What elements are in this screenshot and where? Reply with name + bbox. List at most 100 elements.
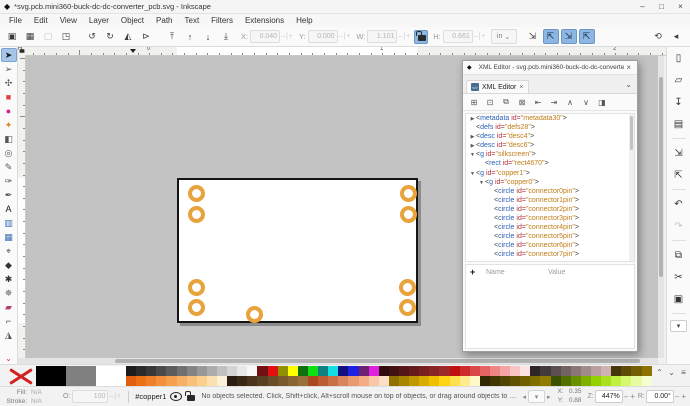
palette-swatch[interactable] <box>368 366 379 376</box>
flip-horizontal-button[interactable]: ◭ <box>120 29 136 44</box>
move-patterns-toggle[interactable]: ⇱ <box>578 29 595 44</box>
rotate-cw-button[interactable]: ↻ <box>102 29 118 44</box>
palette-swatch[interactable] <box>196 376 207 386</box>
palette-swatch[interactable] <box>520 366 531 376</box>
zoom-plus-button[interactable]: + <box>630 392 635 401</box>
indent-node-button[interactable]: ⇥ <box>548 98 560 107</box>
duplicate-node-button[interactable]: ⧉ <box>500 97 512 107</box>
pcb-pad-connector3pin[interactable] <box>399 205 417 223</box>
lock-width-height-button[interactable] <box>414 29 429 44</box>
palette-scroll-down-button[interactable]: ⌄ <box>667 368 676 377</box>
palette-swatch[interactable] <box>216 366 228 376</box>
pcb-pad-connector1pin[interactable] <box>187 205 205 223</box>
palette-swatch[interactable] <box>489 376 501 386</box>
palette-swatch[interactable] <box>227 366 238 376</box>
xml-editor-close-button[interactable]: × <box>624 63 633 72</box>
copy-button[interactable]: ⧉ <box>670 247 688 263</box>
pcb-pad-connector0pin[interactable] <box>187 184 205 202</box>
palette-swatch[interactable] <box>510 366 521 376</box>
swatch-black[interactable] <box>36 366 66 386</box>
move-node-up-button[interactable]: ∧ <box>564 98 576 107</box>
layer-menu-button[interactable]: ▾ <box>528 390 545 403</box>
palette-swatch[interactable] <box>580 376 592 386</box>
deselect-button[interactable]: ▢ <box>40 29 56 44</box>
opacity-spinner[interactable]: –|+ <box>109 393 122 400</box>
palette-swatch[interactable] <box>186 376 197 386</box>
palette-swatch[interactable] <box>398 376 410 386</box>
palette-swatch[interactable] <box>500 376 511 386</box>
lower-to-bottom-button[interactable]: ⤓ <box>218 29 234 44</box>
palette-menu-button[interactable]: ≡ <box>679 368 688 377</box>
swatch-gray[interactable] <box>66 366 96 386</box>
palette-swatch[interactable] <box>328 376 339 386</box>
palette-swatch[interactable] <box>530 366 541 376</box>
palette-swatch[interactable] <box>206 376 217 386</box>
palette-swatch[interactable] <box>560 376 571 386</box>
palette-swatch[interactable] <box>186 366 197 376</box>
xml-node-connector0pin[interactable]: <circle id="connector0pin"> <box>466 187 634 196</box>
add-attribute-button[interactable]: + <box>470 267 486 277</box>
tweak-tool[interactable]: ✱ <box>1 272 17 286</box>
dropper-tool[interactable]: ⌖ <box>1 244 17 258</box>
x-spinner[interactable]: –|+ <box>281 33 294 40</box>
palette-swatch[interactable] <box>338 376 349 386</box>
palette-swatch[interactable] <box>196 366 207 376</box>
pencil-tool[interactable]: ✎ <box>1 160 17 174</box>
palette-swatch[interactable] <box>378 376 389 386</box>
palette-swatch[interactable] <box>459 376 470 386</box>
palette-swatch[interactable] <box>126 366 137 376</box>
palette-swatch[interactable] <box>348 376 359 386</box>
palette-swatch[interactable] <box>570 376 581 386</box>
maximize-button[interactable]: □ <box>652 0 671 13</box>
delete-node-button[interactable]: ⊠ <box>516 98 528 107</box>
palette-swatch[interactable] <box>287 376 298 386</box>
palette-swatch[interactable] <box>176 366 187 376</box>
expander-icon[interactable]: ▼ <box>469 151 476 160</box>
palette-swatch[interactable] <box>126 376 137 386</box>
palette-swatch[interactable] <box>227 376 238 386</box>
xml-node-copper0[interactable]: ▼<g id="copper0"> <box>466 178 634 187</box>
menu-file[interactable]: File <box>3 16 28 25</box>
palette-swatch[interactable] <box>631 366 642 376</box>
import-image-button[interactable]: ⇲ <box>670 145 688 161</box>
xml-node-connector7pin[interactable]: <circle id="connector7pin"> <box>466 250 634 259</box>
move-node-down-button[interactable]: ∨ <box>580 98 592 107</box>
commands-more-button[interactable]: ▾ <box>670 320 687 332</box>
pcb-pad-connector4pin[interactable] <box>187 278 205 296</box>
h-spinner[interactable]: –|+ <box>474 33 487 40</box>
zoom-minus-button[interactable]: – <box>624 392 628 401</box>
palette-swatch[interactable] <box>449 376 460 386</box>
palette-swatch[interactable] <box>429 366 440 376</box>
palette-swatch[interactable] <box>388 366 399 376</box>
layer-lock-icon[interactable] <box>185 390 196 401</box>
palette-swatch[interactable] <box>166 366 177 376</box>
rectangle-tool[interactable]: ■ <box>1 90 17 104</box>
palette-swatch[interactable] <box>176 376 187 386</box>
palette-swatch[interactable] <box>540 376 551 386</box>
palette-swatch[interactable] <box>216 376 228 386</box>
palette-swatch[interactable] <box>368 376 379 386</box>
pcb-pad-connector6pin[interactable] <box>398 278 416 296</box>
palette-swatch[interactable] <box>601 366 612 376</box>
palette-swatch[interactable] <box>449 366 460 376</box>
text-tool[interactable]: A <box>1 202 17 216</box>
palette-swatch[interactable] <box>146 366 157 376</box>
eraser-tool[interactable]: ▰ <box>1 300 17 314</box>
save-document-button[interactable]: ↧ <box>670 94 688 110</box>
node-tool[interactable]: ➢ <box>1 62 17 76</box>
layer-prev-button[interactable]: ◂ <box>522 393 526 401</box>
shape-builder-tool[interactable]: ✣ <box>1 76 17 90</box>
scale-stroke-width-toggle[interactable]: ⇲ <box>525 29 541 44</box>
palette-swatch[interactable] <box>500 366 511 376</box>
palette-swatch[interactable] <box>469 376 480 386</box>
vertical-scrollbar-thumb[interactable] <box>659 77 663 277</box>
palette-swatch[interactable] <box>530 376 541 386</box>
swatch-white[interactable] <box>96 366 126 386</box>
palette-swatch[interactable] <box>479 366 490 376</box>
palette-scroll-up-button[interactable]: ⌃ <box>655 368 664 377</box>
menu-view[interactable]: View <box>54 16 83 25</box>
cut-button[interactable]: ✂ <box>670 269 688 285</box>
palette-swatch[interactable] <box>156 366 167 376</box>
ruler-corner[interactable] <box>17 46 25 55</box>
palette-swatch[interactable] <box>570 366 581 376</box>
